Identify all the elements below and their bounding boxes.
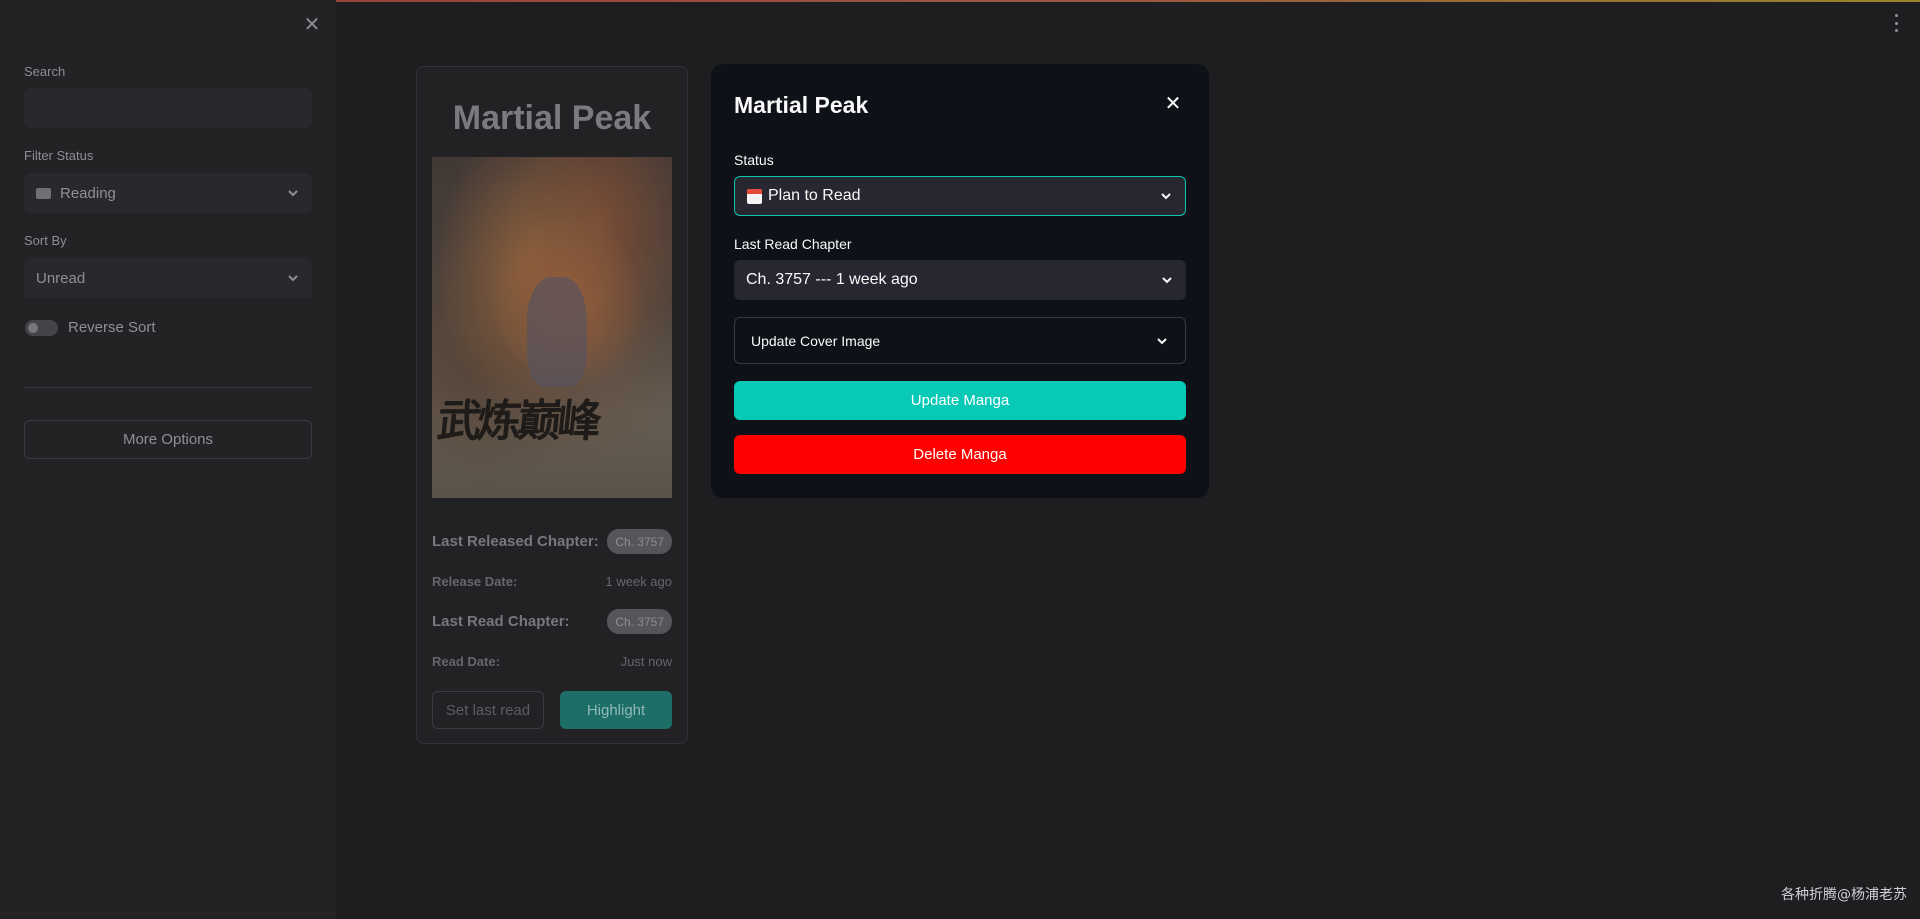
sort-by-label: Sort By (24, 233, 67, 248)
main-menu-icon[interactable] (1893, 14, 1899, 32)
release-date-label: Release Date: (432, 574, 518, 589)
filter-status-select[interactable]: Reading (24, 173, 312, 213)
last-read-row: Last Read Chapter: Ch. 3757 (432, 609, 672, 634)
last-released-badge: Ch. 3757 (607, 529, 672, 554)
status-label: Status (734, 152, 774, 168)
cover-image: 武炼巅峰 (432, 157, 672, 498)
search-input[interactable] (24, 88, 312, 128)
chevron-down-icon (288, 190, 298, 197)
dialog-title: Martial Peak (734, 92, 869, 118)
read-date-value: Just now (620, 654, 672, 669)
release-date-value: 1 week ago (605, 574, 673, 589)
reverse-sort-label: Reverse Sort (68, 319, 156, 336)
sidebar: ✕ Search Filter Status Reading Sort By U… (0, 0, 336, 919)
search-label: Search (24, 64, 66, 79)
status-value: Plan to Read (768, 187, 861, 204)
last-released-row: Last Released Chapter: Ch. 3757 (432, 529, 672, 554)
last-read-badge: Ch. 3757 (607, 609, 672, 634)
card-title: Martial Peak (452, 99, 652, 137)
read-date-row: Read Date: Just now (432, 654, 672, 669)
sort-by-select[interactable]: Unread (24, 258, 312, 298)
close-dialog-icon[interactable]: ✕ (1163, 94, 1183, 114)
last-released-label: Last Released Chapter: (432, 533, 599, 550)
status-select[interactable]: Plan to Read (734, 176, 1186, 216)
read-date-label: Read Date: (432, 654, 500, 669)
chevron-down-icon (1157, 337, 1167, 344)
last-read-chapter-label: Last Read Chapter (734, 236, 852, 252)
sort-by-value: Unread (36, 269, 86, 287)
close-sidebar-icon[interactable]: ✕ (302, 15, 322, 35)
last-read-chapter-select[interactable]: Ch. 3757 --- 1 week ago (734, 260, 1186, 300)
update-manga-button[interactable]: Update Manga (734, 381, 1186, 420)
sidebar-divider (24, 387, 312, 388)
highlight-button[interactable]: Highlight (560, 691, 672, 729)
delete-manga-button[interactable]: Delete Manga (734, 435, 1186, 474)
more-options-button[interactable]: More Options (24, 420, 312, 459)
watermark-text: 各种折腾@杨浦老苏 (1781, 887, 1907, 903)
filter-status-value: Reading (60, 184, 116, 202)
update-cover-expander[interactable]: Update Cover Image (734, 317, 1186, 364)
toggle-knob (28, 322, 38, 333)
calendar-icon (747, 188, 762, 204)
edit-manga-dialog: Martial Peak ✕ Status Plan to Read Last … (711, 64, 1209, 498)
chevron-down-icon (288, 275, 298, 282)
last-read-label: Last Read Chapter: (432, 613, 570, 630)
update-cover-label: Update Cover Image (751, 332, 881, 349)
folder-icon (36, 187, 51, 199)
chevron-down-icon (1162, 277, 1172, 284)
filter-status-label: Filter Status (24, 148, 94, 163)
manga-card: Martial Peak 武炼巅峰 Last Released Chapter:… (416, 66, 688, 744)
reverse-sort-toggle[interactable]: Reverse Sort (25, 319, 156, 336)
release-date-row: Release Date: 1 week ago (432, 574, 672, 589)
set-last-read-button[interactable]: Set last read (432, 691, 544, 729)
last-read-chapter-value: Ch. 3757 --- 1 week ago (746, 271, 918, 288)
chevron-down-icon (1161, 193, 1171, 200)
toggle-track[interactable] (25, 319, 58, 336)
cover-calligraphy: 武炼巅峰 (434, 396, 601, 447)
